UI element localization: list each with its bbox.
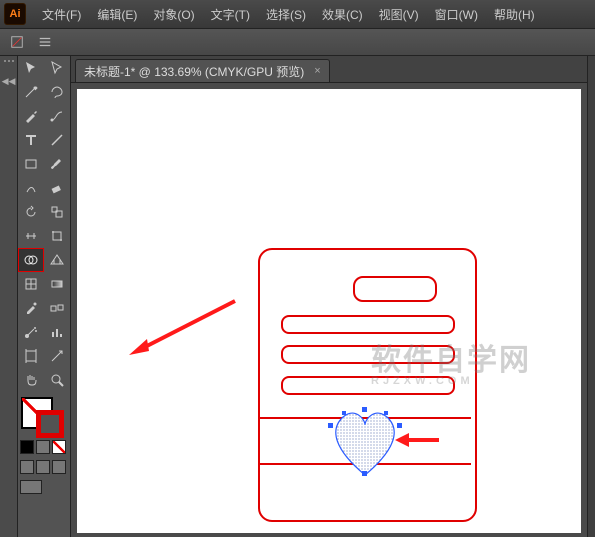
symbol-sprayer-tool[interactable] — [18, 320, 44, 344]
hand-tool[interactable] — [18, 368, 44, 392]
menu-file[interactable]: 文件(F) — [34, 6, 89, 23]
lasso-tool[interactable] — [44, 80, 70, 104]
annotation-arrow-to-heart — [395, 431, 441, 449]
perspective-grid-tool[interactable] — [44, 248, 70, 272]
pen-tool[interactable] — [18, 104, 44, 128]
tools-panel — [18, 56, 71, 537]
rectangle-tool[interactable] — [18, 152, 44, 176]
zoom-tool[interactable] — [44, 368, 70, 392]
menu-effect[interactable]: 效果(C) — [314, 6, 371, 23]
document-tab[interactable]: 未标题-1* @ 133.69% (CMYK/GPU 预览) × — [75, 59, 330, 82]
menu-help[interactable]: 帮助(H) — [486, 6, 543, 23]
mesh-tool[interactable] — [18, 272, 44, 296]
menu-type[interactable]: 文字(T) — [203, 6, 258, 23]
canvas-area[interactable]: 软件自学网 RJZXW.COM — [71, 83, 587, 537]
rotate-tool[interactable] — [18, 200, 44, 224]
stroke-swatch[interactable] — [36, 410, 64, 438]
scale-tool[interactable] — [44, 200, 70, 224]
color-mode-none[interactable] — [52, 440, 66, 454]
gradient-tool[interactable] — [44, 272, 70, 296]
color-mode-solid[interactable] — [20, 440, 34, 454]
magic-wand-tool[interactable] — [18, 80, 44, 104]
document-tab-bar: 未标题-1* @ 133.69% (CMYK/GPU 预览) × — [71, 56, 587, 83]
shaper-tool[interactable] — [18, 176, 44, 200]
menu-edit[interactable]: 编辑(E) — [89, 6, 145, 23]
control-bar — [0, 29, 595, 56]
no-selection-icon[interactable] — [6, 31, 28, 53]
menu-bar: Ai 文件(F) 编辑(E) 对象(O) 文字(T) 选择(S) 效果(C) 视… — [0, 0, 595, 29]
art-line-1[interactable] — [281, 315, 455, 334]
workspace: 未标题-1* @ 133.69% (CMYK/GPU 预览) × — [71, 56, 587, 537]
collapse-arrows-icon[interactable]: ◀◀ — [2, 76, 16, 87]
control-menu-icon[interactable] — [34, 31, 56, 53]
line-tool[interactable] — [44, 128, 70, 152]
type-tool[interactable] — [18, 128, 44, 152]
screen-mode-icon[interactable] — [20, 480, 42, 494]
menu-select[interactable]: 选择(S) — [258, 6, 314, 23]
menu-object[interactable]: 对象(O) — [145, 6, 202, 23]
curvature-tool[interactable] — [44, 104, 70, 128]
width-tool[interactable] — [18, 224, 44, 248]
selection-tool[interactable] — [18, 56, 44, 80]
color-mode-gradient[interactable] — [36, 440, 50, 454]
artboard-tool[interactable] — [18, 344, 44, 368]
right-dock-strip[interactable] — [587, 56, 595, 537]
blend-tool[interactable] — [44, 296, 70, 320]
art-line-3[interactable] — [281, 376, 455, 395]
annotation-arrow-to-tool — [127, 297, 237, 355]
eraser-tool[interactable] — [44, 176, 70, 200]
app-badge: Ai — [4, 3, 26, 25]
art-heart-selected[interactable] — [325, 405, 405, 481]
slice-tool[interactable] — [44, 344, 70, 368]
left-dock-strip: ◀◀ — [0, 56, 18, 537]
document-tab-title: 未标题-1* @ 133.69% (CMYK/GPU 预览) — [84, 63, 304, 80]
direct-select-tool[interactable] — [44, 56, 70, 80]
free-transform-tool[interactable] — [44, 224, 70, 248]
menu-view[interactable]: 视图(V) — [371, 6, 427, 23]
menu-window[interactable]: 窗口(W) — [427, 6, 486, 23]
dock-grip-icon[interactable] — [4, 60, 14, 62]
art-pill[interactable] — [353, 276, 437, 302]
shape-builder-tool[interactable] — [18, 248, 44, 272]
close-tab-icon[interactable]: × — [314, 65, 320, 77]
paintbrush-tool[interactable] — [44, 152, 70, 176]
main-menu: 文件(F) 编辑(E) 对象(O) 文字(T) 选择(S) 效果(C) 视图(V… — [34, 6, 543, 23]
draw-behind-icon[interactable] — [36, 460, 50, 474]
column-graph-tool[interactable] — [44, 320, 70, 344]
eyedropper-tool[interactable] — [18, 296, 44, 320]
fill-stroke-swatches — [18, 392, 70, 498]
draw-inside-icon[interactable] — [52, 460, 66, 474]
draw-normal-icon[interactable] — [20, 460, 34, 474]
art-line-2[interactable] — [281, 345, 455, 364]
